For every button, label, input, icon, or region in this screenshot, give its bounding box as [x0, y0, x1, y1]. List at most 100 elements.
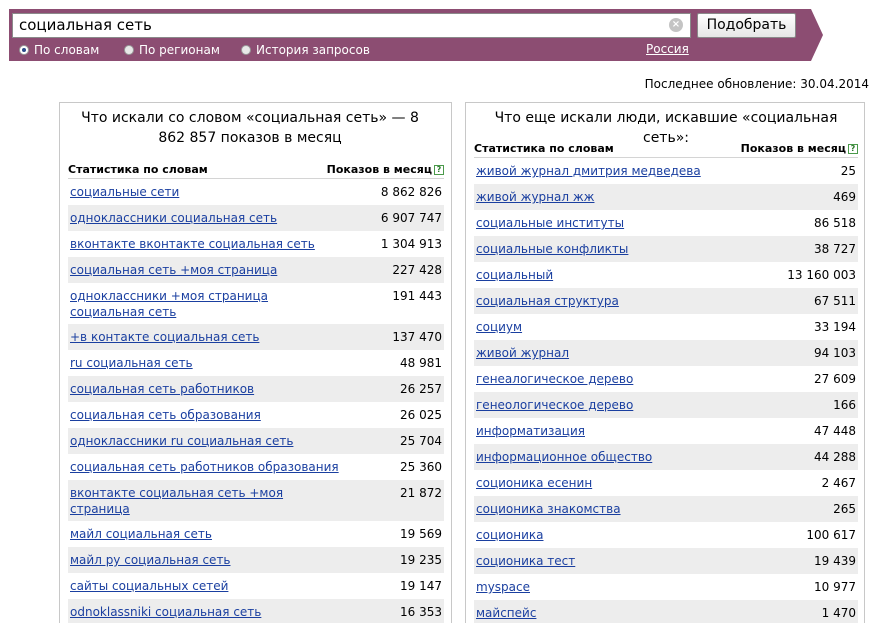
table-row: одноклассники +моя страница социальная с…	[68, 283, 444, 324]
mode-history[interactable]: История запросов	[241, 42, 370, 58]
clear-icon[interactable]: ×	[669, 18, 683, 32]
phrase-link[interactable]: ru социальная сеть	[70, 355, 193, 371]
impressions-count: 13 160 003	[787, 268, 856, 282]
column-header-count: Показов в месяц?	[327, 163, 444, 176]
impressions-count: 2 467	[821, 476, 856, 490]
phrase-link[interactable]: социальная сеть образования	[70, 407, 261, 423]
phrase-link[interactable]: вконтакте вконтакте социальная сеть	[70, 236, 315, 252]
phrase-link[interactable]: социальные конфликты	[476, 241, 628, 257]
impressions-count: 86 518	[814, 216, 856, 230]
phrase-link[interactable]: одноклассники +моя страница социальная с…	[70, 288, 345, 320]
mode-by-regions[interactable]: По регионам	[124, 42, 220, 58]
table-row: майспейс 1 470	[474, 600, 858, 623]
impressions-count: 19 235	[400, 553, 442, 567]
table-row: живой журнал жж 469	[474, 184, 858, 210]
radio-icon[interactable]	[241, 45, 251, 55]
table-row: социальные институты 86 518	[474, 210, 858, 236]
column-header-phrase: Статистика по словам	[68, 163, 208, 176]
phrase-link[interactable]: майспейс	[476, 605, 536, 621]
phrase-link[interactable]: соционика тест	[476, 553, 575, 569]
phrase-link[interactable]: odnoklassniki социальная сеть	[70, 604, 261, 620]
phrase-link[interactable]: социальная сеть работников	[70, 381, 254, 397]
impressions-count: 19 147	[400, 579, 442, 593]
table-row: социальная сеть образования 26 025	[68, 402, 444, 428]
right-table: Статистика по словам Показов в месяц? жи…	[474, 140, 858, 623]
phrase-link[interactable]: живой журнал дмитрия медведева	[476, 163, 701, 179]
phrase-link[interactable]: одноклассники ru социальная сеть	[70, 433, 293, 449]
phrase-link[interactable]: живой журнал жж	[476, 189, 594, 205]
help-icon[interactable]: ?	[848, 144, 858, 154]
phrase-link[interactable]: социальная сеть работников образования	[70, 459, 339, 475]
impressions-count: 67 511	[814, 294, 856, 308]
phrase-link[interactable]: социальные сети	[70, 184, 179, 200]
radio-icon[interactable]	[124, 45, 134, 55]
impressions-count: 26 257	[400, 382, 442, 396]
mode-by-words[interactable]: По словам	[19, 42, 99, 58]
phrase-link[interactable]: социальные институты	[476, 215, 624, 231]
phrase-link[interactable]: социальная структура	[476, 293, 619, 309]
phrase-link[interactable]: социум	[476, 319, 522, 335]
phrase-link[interactable]: информационное общество	[476, 449, 652, 465]
impressions-count: 1 304 913	[380, 237, 442, 251]
help-icon[interactable]: ?	[434, 165, 444, 175]
impressions-count: 27 609	[814, 372, 856, 386]
phrase-link[interactable]: одноклассники социальная сеть	[70, 210, 277, 226]
impressions-count: 166	[833, 398, 856, 412]
table-row: социальная структура 67 511	[474, 288, 858, 314]
left-table: Статистика по словам Показов в месяц? со…	[68, 161, 444, 623]
left-table-body: социальные сети 8 862 826 одноклассники со…	[68, 179, 444, 623]
table-row: соционика тест 19 439	[474, 548, 858, 574]
search-input[interactable]: социальная сеть	[12, 13, 691, 38]
impressions-count: 25	[840, 164, 856, 178]
impressions-count: 94 103	[814, 346, 856, 360]
phrase-link[interactable]: соционика знакомства	[476, 501, 621, 517]
phrase-link[interactable]: информатизация	[476, 423, 585, 439]
impressions-count: 265	[833, 502, 856, 516]
phrase-link[interactable]: соционика	[476, 527, 544, 543]
phrase-link[interactable]: социальный	[476, 267, 553, 283]
table-row: вконтакте вконтакте социальная сеть 1 304…	[68, 231, 444, 257]
table-row: социальные конфликты 38 727	[474, 236, 858, 262]
table-row: вконтакте социальная сеть +моя страница 2…	[68, 480, 444, 521]
phrase-link[interactable]: генеалогическое дерево	[476, 371, 633, 387]
submit-button[interactable]: Подобрать	[697, 13, 796, 38]
table-row: социальная сеть +моя страница 227 428	[68, 257, 444, 283]
table-row: odnoklassniki социальная сеть 16 353	[68, 599, 444, 623]
impressions-count: 19 569	[400, 527, 442, 541]
phrase-link[interactable]: сайты социальных сетей	[70, 578, 228, 594]
impressions-count: 1 470	[821, 606, 856, 620]
table-row: социальные сети 8 862 826	[68, 179, 444, 205]
impressions-count: 137 470	[392, 330, 442, 344]
column-header-count-label: Показов в месяц	[326, 163, 432, 176]
phrase-link[interactable]: myspace	[476, 579, 530, 595]
impressions-count: 26 025	[400, 408, 442, 422]
table-row: соционика 100 617	[474, 522, 858, 548]
mode-label: История запросов	[256, 43, 370, 57]
impressions-count: 25 360	[400, 460, 442, 474]
impressions-count: 21 872	[400, 486, 442, 500]
mode-label: По регионам	[139, 43, 220, 57]
table-header: Статистика по словам Показов в месяц?	[68, 161, 444, 179]
table-row: социум 33 194	[474, 314, 858, 340]
table-row: информационное общество 44 288	[474, 444, 858, 470]
table-row: живой журнал дмитрия медведева 25	[474, 158, 858, 184]
header-arrow-decoration	[811, 9, 823, 61]
phrase-link[interactable]: майл ру социальная сеть	[70, 552, 231, 568]
impressions-count: 38 727	[814, 242, 856, 256]
impressions-count: 16 353	[400, 605, 442, 619]
impressions-count: 25 704	[400, 434, 442, 448]
phrase-link[interactable]: вконтакте социальная сеть +моя страница	[70, 485, 345, 517]
phrase-link[interactable]: +в контакте социальная сеть	[70, 329, 259, 345]
impressions-count: 48 981	[400, 356, 442, 370]
table-row: соционика есенин 2 467	[474, 470, 858, 496]
region-link[interactable]: Россия	[646, 42, 689, 56]
phrase-link[interactable]: майл социальная сеть	[70, 526, 212, 542]
phrase-link[interactable]: соционика есенин	[476, 475, 592, 491]
table-row: социальная сеть работников образования 25…	[68, 454, 444, 480]
impressions-count: 10 977	[814, 580, 856, 594]
phrase-link[interactable]: социальная сеть +моя страница	[70, 262, 277, 278]
radio-icon[interactable]	[19, 45, 29, 55]
phrase-link[interactable]: живой журнал	[476, 345, 569, 361]
table-row: +в контакте социальная сеть 137 470	[68, 324, 444, 350]
phrase-link[interactable]: генеологическое дерево	[476, 397, 633, 413]
